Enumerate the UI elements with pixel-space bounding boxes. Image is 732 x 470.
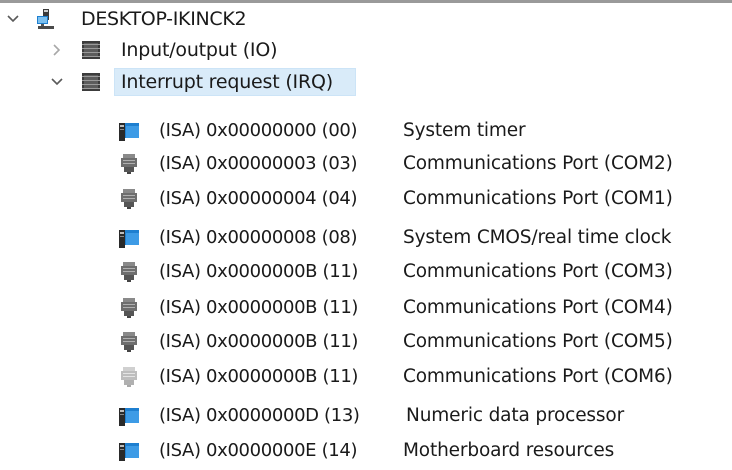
system-device-icon: [119, 230, 139, 248]
tree-item[interactable]: (ISA) 0x0000000B (11) Communications Por…: [0, 361, 732, 393]
device-name: Communications Port (COM4): [403, 297, 673, 318]
tree-item[interactable]: (ISA) 0x00000000 (00) System timer: [0, 115, 732, 147]
chevron-down-icon[interactable]: [48, 73, 66, 91]
chip-icon: [82, 41, 100, 59]
port-connector-icon: [121, 154, 137, 174]
irq-resource: (ISA) 0x0000000D (13): [159, 405, 360, 426]
device-name: Motherboard resources: [403, 440, 615, 461]
port-connector-icon: [121, 189, 137, 209]
irq-resource: (ISA) 0x0000000B (11): [159, 297, 359, 318]
chip-icon: [82, 73, 100, 91]
tree-item[interactable]: (ISA) 0x0000000B (11) Communications Por…: [0, 292, 732, 324]
irq-resource: (ISA) 0x00000000 (00): [159, 120, 358, 141]
tree-item[interactable]: (ISA) 0x00000008 (08) System CMOS/real t…: [0, 222, 732, 254]
port-connector-disabled-icon: [121, 367, 137, 387]
computer-icon: [37, 9, 54, 29]
device-name: Communications Port (COM2): [403, 153, 673, 174]
system-device-icon: [119, 443, 139, 461]
irq-resource: (ISA) 0x00000008 (08): [159, 227, 358, 248]
tree-item[interactable]: (ISA) 0x00000004 (04) Communications Por…: [0, 183, 732, 215]
irq-resource: (ISA) 0x00000003 (03): [159, 153, 358, 174]
device-name: Communications Port (COM1): [403, 188, 673, 209]
tree-node-io[interactable]: Input/output (IO): [0, 34, 732, 66]
tree-item[interactable]: (ISA) 0x0000000B (11) Communications Por…: [0, 256, 732, 288]
irq-resource: (ISA) 0x0000000B (11): [159, 331, 359, 352]
irq-resource: (ISA) 0x0000000B (11): [159, 261, 359, 282]
chevron-down-icon[interactable]: [4, 10, 22, 28]
category-label-io: Input/output (IO): [121, 39, 278, 61]
irq-resource: (ISA) 0x00000004 (04): [159, 188, 358, 209]
irq-resource: (ISA) 0x0000000B (11): [159, 366, 359, 387]
device-name: Communications Port (COM3): [403, 261, 673, 282]
port-connector-icon: [121, 262, 137, 282]
device-name: System timer: [403, 120, 526, 141]
port-connector-icon: [121, 298, 137, 318]
irq-resource: (ISA) 0x0000000E (14): [159, 440, 358, 461]
tree-node-computer[interactable]: DESKTOP-IKINCK2: [0, 3, 732, 35]
tree-item[interactable]: (ISA) 0x0000000D (13) Numeric data proce…: [0, 400, 732, 432]
tree-item[interactable]: (ISA) 0x0000000B (11) Communications Por…: [0, 326, 732, 358]
device-name: Communications Port (COM6): [403, 366, 673, 387]
tree-item[interactable]: (ISA) 0x0000000E (14) Motherboard resour…: [0, 435, 732, 467]
device-name: Numeric data processor: [406, 405, 625, 426]
chevron-right-icon[interactable]: [48, 41, 66, 59]
category-label-irq: Interrupt request (IRQ): [121, 71, 333, 93]
tree-item[interactable]: (ISA) 0x00000003 (03) Communications Por…: [0, 148, 732, 180]
device-name: Communications Port (COM5): [403, 331, 673, 352]
port-connector-icon: [121, 332, 137, 352]
tree-node-irq[interactable]: Interrupt request (IRQ): [0, 66, 732, 98]
computer-name: DESKTOP-IKINCK2: [81, 8, 247, 30]
system-device-icon: [119, 123, 139, 141]
device-name: System CMOS/real time clock: [403, 227, 672, 248]
system-device-icon: [119, 408, 139, 426]
